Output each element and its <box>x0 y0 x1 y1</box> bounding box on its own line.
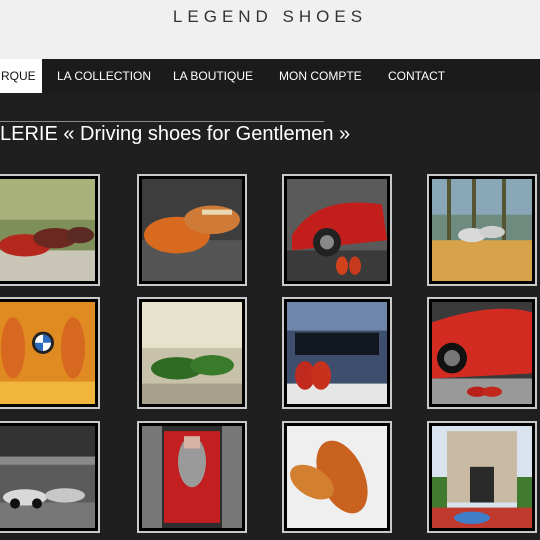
photo-building-blue-shoes <box>432 426 532 528</box>
title-divider <box>0 121 324 122</box>
gallery-thumb-3[interactable] <box>282 174 392 286</box>
site-header: LEGEND SHOES <box>0 0 540 59</box>
gallery-thumb-4[interactable] <box>427 174 537 286</box>
gallery-thumb-9[interactable] <box>0 421 100 533</box>
gallery-title: LERIE « Driving shoes for Gentlemen » <box>0 123 351 145</box>
gallery-thumb-11[interactable] <box>282 421 392 533</box>
gallery-thumb-1[interactable] <box>0 174 100 286</box>
nav-item-contact[interactable]: CONTACT <box>388 59 445 93</box>
photo-red-ferrari-shoes <box>432 302 532 404</box>
nav-item-collection[interactable]: LA COLLECTION <box>57 59 151 93</box>
gallery-thumb-12[interactable] <box>427 421 537 533</box>
nav-item-compte[interactable]: MON COMPTE <box>279 59 362 93</box>
photo-grey-shoes-deck <box>432 179 532 281</box>
gallery-thumb-7[interactable] <box>282 297 392 409</box>
gallery-thumb-6[interactable] <box>137 297 247 409</box>
main-nav: RQUE LA COLLECTION LA BOUTIQUE MON COMPT… <box>0 59 540 93</box>
gallery-thumb-5[interactable] <box>0 297 100 409</box>
nav-item-boutique[interactable]: LA BOUTIQUE <box>173 59 253 93</box>
gallery-thumb-8[interactable] <box>427 297 537 409</box>
gallery-thumb-10[interactable] <box>137 421 247 533</box>
photo-vintage-race-cars <box>0 426 95 528</box>
gallery-thumb-2[interactable] <box>137 174 247 286</box>
photo-engine-grey-shoe <box>142 426 242 528</box>
photo-red-shoes-grass <box>0 179 95 281</box>
photo-orange-shoe-white <box>287 426 387 528</box>
photo-maserati-red-shoes <box>287 302 387 404</box>
site-logo[interactable]: LEGEND SHOES <box>0 7 540 27</box>
photo-orange-shoe <box>142 179 242 281</box>
nav-item-marque[interactable]: RQUE <box>0 59 42 93</box>
photo-green-shoes <box>142 302 242 404</box>
photo-bmw-orange-shoes <box>0 302 95 404</box>
photo-red-car-shoes <box>287 179 387 281</box>
